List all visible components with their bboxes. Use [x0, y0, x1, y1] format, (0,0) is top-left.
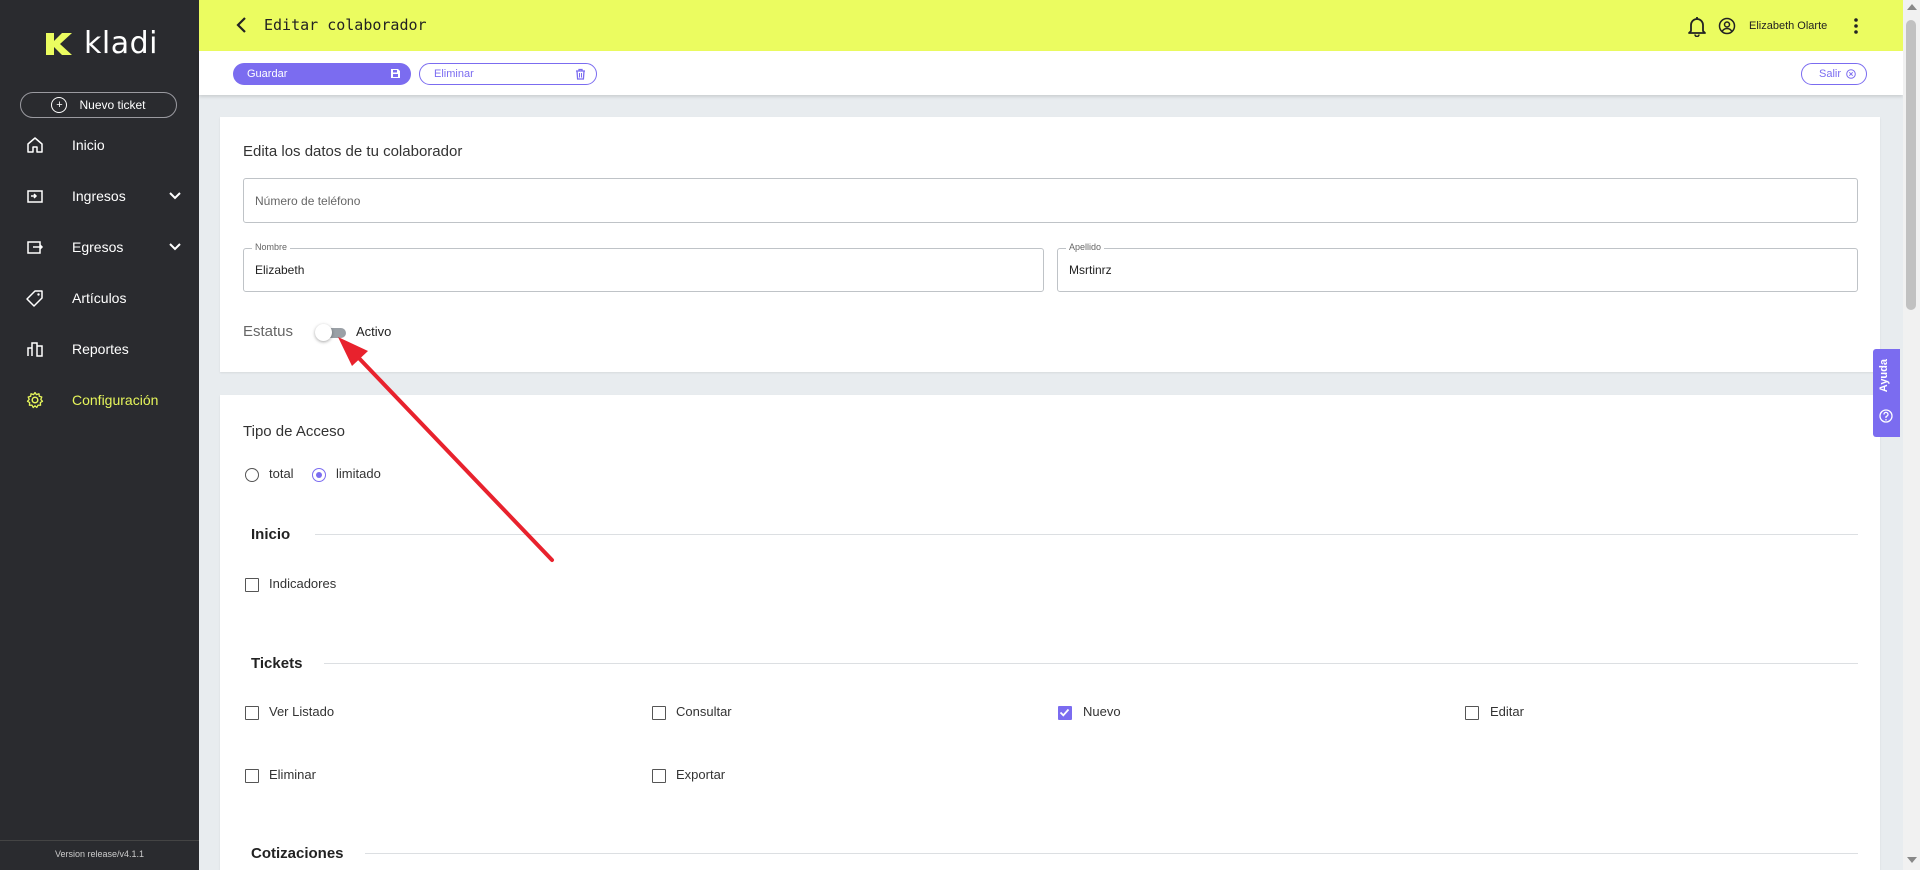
checkbox-label: Editar: [1490, 704, 1524, 719]
close-circle-icon: [1846, 69, 1856, 79]
radio-limitado[interactable]: [312, 468, 326, 482]
check-icon: [1059, 708, 1070, 717]
estatus-toggle[interactable]: [315, 324, 346, 341]
user-name[interactable]: Elizabeth Olarte: [1749, 20, 1827, 32]
checkbox-label: Indicadores: [269, 576, 337, 591]
save-button-label: Guardar: [247, 68, 288, 80]
group-title-tickets: Tickets: [251, 655, 303, 672]
new-ticket-button[interactable]: + Nuevo ticket: [20, 92, 177, 118]
divider: [315, 534, 1858, 535]
sidebar-item-label: Configuración: [72, 392, 159, 408]
exit-button[interactable]: Salir: [1801, 63, 1867, 85]
top-bar: [199, 0, 1903, 51]
sidebar-item-configuracion[interactable]: Configuración: [0, 380, 199, 420]
more-vert-icon[interactable]: [1848, 16, 1864, 36]
chevron-down-icon: [169, 192, 181, 200]
trash-icon: [576, 68, 585, 80]
egresos-icon: [27, 241, 44, 254]
checkbox-nuevo[interactable]: [1058, 706, 1072, 720]
page-title: Editar colaborador: [264, 16, 427, 34]
radio-total[interactable]: [245, 468, 259, 482]
sidebar-item-label: Artículos: [72, 290, 127, 306]
help-circle-icon: [1879, 409, 1893, 423]
phone-input[interactable]: [244, 179, 1857, 222]
estatus-label: Estatus: [243, 323, 294, 340]
logo-text: kladi: [84, 26, 158, 61]
divider: [324, 663, 1858, 664]
nombre-field[interactable]: Nombre: [243, 242, 1044, 292]
tag-icon: [26, 290, 43, 307]
checkbox-editar[interactable]: [1465, 706, 1479, 720]
checkbox-ver-listado[interactable]: [245, 706, 259, 720]
estatus-value-label: Activo: [356, 324, 392, 339]
help-tab[interactable]: Ayuda: [1873, 349, 1900, 437]
access-type-card: [220, 395, 1880, 870]
radio-total-label: total: [269, 466, 294, 481]
gear-icon: [26, 391, 44, 409]
save-icon: [391, 69, 400, 78]
sidebar-item-label: Reportes: [72, 341, 129, 357]
save-button[interactable]: Guardar: [233, 63, 411, 85]
nombre-input[interactable]: [244, 249, 1043, 291]
scroll-up-icon[interactable]: [1907, 4, 1917, 10]
user-circle-icon[interactable]: [1718, 17, 1736, 35]
divider: [365, 853, 1858, 854]
checkbox-eliminar[interactable]: [245, 769, 259, 783]
sidebar-item-ingresos[interactable]: Ingresos: [0, 176, 199, 216]
plus-icon: +: [51, 97, 68, 113]
sidebar: kladi + Nuevo ticket Inicio Ingresos Egr…: [0, 0, 199, 870]
back-arrow-icon[interactable]: [232, 15, 252, 35]
kladi-logo[interactable]: kladi: [44, 26, 158, 61]
sidebar-item-reportes[interactable]: Reportes: [0, 329, 199, 369]
nombre-label: Nombre: [252, 242, 291, 252]
exit-button-label: Salir: [1819, 68, 1842, 80]
delete-button[interactable]: Eliminar: [419, 63, 597, 85]
group-title-inicio: Inicio: [251, 526, 291, 543]
sidebar-item-articulos[interactable]: Artículos: [0, 278, 199, 318]
checkbox-consultar[interactable]: [652, 706, 666, 720]
version-label: Version release/v4.1.1: [0, 840, 199, 859]
help-label: Ayuda: [1878, 359, 1890, 393]
phone-field[interactable]: [243, 178, 1858, 223]
apellido-input[interactable]: [1058, 249, 1857, 291]
checkbox-label: Nuevo: [1083, 704, 1121, 719]
checkbox-label: Eliminar: [269, 767, 316, 782]
access-title: Tipo de Acceso: [243, 423, 346, 440]
scroll-down-icon[interactable]: [1907, 857, 1917, 863]
collaborator-data-card: [220, 117, 1880, 372]
apellido-label: Apellido: [1066, 242, 1105, 252]
apellido-field[interactable]: Apellido: [1057, 242, 1858, 292]
chevron-down-icon: [169, 243, 181, 251]
delete-button-label: Eliminar: [434, 68, 474, 80]
sidebar-item-egresos[interactable]: Egresos: [0, 227, 199, 267]
checkbox-label: Ver Listado: [269, 704, 335, 719]
chart-icon: [27, 342, 43, 357]
radio-limitado-label: limitado: [336, 466, 381, 481]
ingresos-icon: [27, 190, 43, 203]
checkbox-exportar[interactable]: [652, 769, 666, 783]
checkbox-indicadores[interactable]: [245, 578, 259, 592]
sidebar-item-label: Egresos: [72, 239, 124, 255]
new-ticket-label: Nuevo ticket: [79, 98, 146, 112]
section-title: Edita los datos de tu colaborador: [243, 143, 463, 160]
group-title-cotizaciones: Cotizaciones: [251, 845, 344, 862]
sidebar-item-label: Ingresos: [72, 188, 126, 204]
sidebar-item-inicio[interactable]: Inicio: [0, 125, 199, 165]
scroll-thumb[interactable]: [1906, 20, 1916, 310]
kladi-logo-icon: [46, 32, 72, 55]
checkbox-label: Exportar: [676, 767, 726, 782]
checkbox-label: Consultar: [676, 704, 732, 719]
home-icon: [27, 137, 43, 153]
toggle-knob: [315, 324, 332, 341]
bell-icon[interactable]: [1686, 15, 1708, 37]
sidebar-item-label: Inicio: [72, 137, 105, 153]
